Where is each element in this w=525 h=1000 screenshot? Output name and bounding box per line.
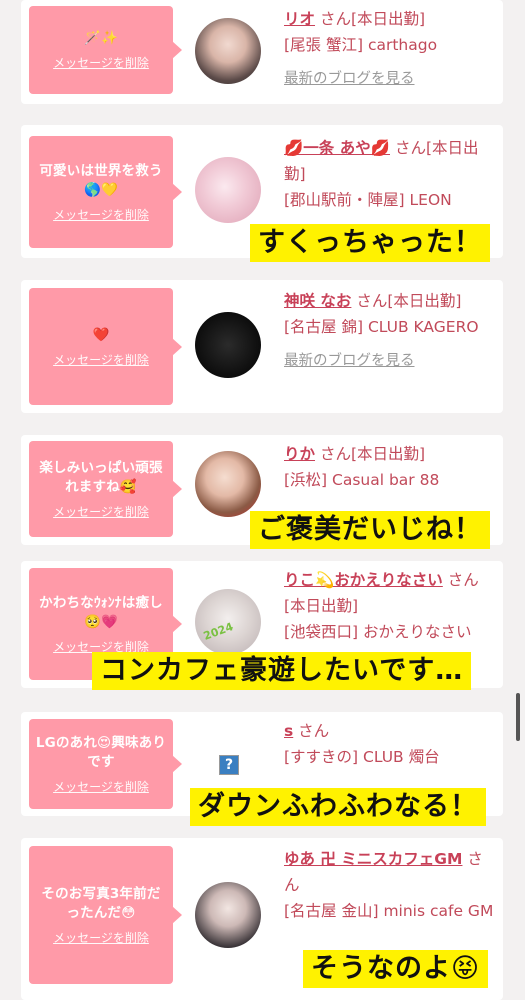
cast-status: さん[本日出勤] <box>319 10 426 28</box>
latest-blog-link[interactable]: 最新のブログを見る <box>284 348 496 374</box>
shop-name: [郡山駅前・陣屋] LEON <box>284 191 452 209</box>
avatar[interactable] <box>195 157 261 223</box>
message-text: 🪄✨ <box>83 30 119 46</box>
shop-name: [尾張 蟹江] carthago <box>284 36 438 54</box>
message-bubble: LGのあれ😍興味ありです メッセージを削除 <box>29 719 182 809</box>
message-text: かわちなｳｫﾝﾅは癒し🥺💗 <box>39 594 163 630</box>
delete-message-link[interactable]: メッセージを削除 <box>53 54 149 71</box>
message-text: 楽しみいっぱい頑張れますね🥰 <box>39 459 163 495</box>
cast-info: リオ さん[本日出勤] [尾張 蟹江] carthago 最新のブログを見る <box>284 6 496 92</box>
shop-name: [池袋西口] おかえりなさい <box>284 623 472 641</box>
cast-name-link[interactable]: リオ <box>284 10 315 28</box>
message-bubble: 可愛いは世界を救う🌎💛 メッセージを削除 <box>29 136 182 248</box>
delete-message-link[interactable]: メッセージを削除 <box>53 778 149 795</box>
broken-image-icon: ? <box>219 755 239 775</box>
cast-status: さん <box>298 722 330 740</box>
latest-blog-link[interactable]: 最新のブログを見る <box>284 66 496 92</box>
delete-message-link[interactable]: メッセージを削除 <box>53 929 149 946</box>
shop-name: [名古屋 金山] minis cafe GM <box>284 902 494 920</box>
delete-message-link[interactable]: メッセージを削除 <box>53 206 149 223</box>
cast-info: りか さん[本日出勤] [浜松] Casual bar 88 <box>284 441 496 493</box>
caption-overlay: コンカフェ豪遊したいです… <box>92 652 472 690</box>
shop-name: [名古屋 錦] CLUB KAGERO <box>284 318 479 336</box>
message-card: 🪄✨ メッセージを削除 リオ さん[本日出勤] [尾張 蟹江] carthago… <box>21 0 503 104</box>
cast-info: ゆあ 卍 ミニスカフェGM さん [名古屋 金山] minis cafe GM <box>284 846 496 924</box>
cast-name-link[interactable]: ゆあ 卍 ミニスカフェGM <box>284 850 462 868</box>
caption-overlay: そうなのよ😝 <box>303 950 489 988</box>
message-text: 可愛いは世界を救う🌎💛 <box>39 162 163 198</box>
cast-name-link[interactable]: りか <box>284 445 315 463</box>
cast-info: 💋一条 あや💋 さん[本日出勤] [郡山駅前・陣屋] LEON <box>284 135 496 213</box>
cast-name-link[interactable]: 💋一条 あや💋 <box>284 139 390 157</box>
avatar[interactable] <box>195 451 261 517</box>
cast-info: りこ💫おかえりなさい さん[本日出勤] [池袋西口] おかえりなさい <box>284 567 496 645</box>
avatar[interactable] <box>195 18 261 84</box>
avatar[interactable] <box>195 882 261 948</box>
message-bubble: ❤️ メッセージを削除 <box>29 288 182 405</box>
message-text: LGのあれ😍興味ありです <box>35 734 167 770</box>
avatar[interactable]: 2024 <box>195 589 261 655</box>
caption-overlay: ご褒美だいじね！ <box>250 511 490 549</box>
cast-status: さん[本日出勤] <box>319 445 426 463</box>
caption-overlay: すくっちゃった！ <box>250 224 490 262</box>
message-bubble: 🪄✨ メッセージを削除 <box>29 6 182 94</box>
message-text: ❤️ <box>92 326 110 343</box>
cast-status: さん[本日出勤] <box>356 292 462 310</box>
cast-info: 神咲 なお さん[本日出勤] [名古屋 錦] CLUB KAGERO 最新のブロ… <box>284 288 496 374</box>
delete-message-link[interactable]: メッセージを削除 <box>53 503 149 520</box>
scrollbar[interactable] <box>516 693 520 741</box>
cast-info: s さん [すすきの] CLUB 燭台 <box>284 718 496 770</box>
caption-overlay: ダウンふわふわなる！ <box>190 788 486 826</box>
avatar-badge: 2024 <box>201 620 235 643</box>
cast-name-link[interactable]: 神咲 なお <box>284 292 351 310</box>
message-card: ❤️ メッセージを削除 神咲 なお さん[本日出勤] [名古屋 錦] CLUB … <box>21 280 503 413</box>
cast-name-link[interactable]: s <box>284 722 293 740</box>
cast-name-link[interactable]: りこ💫おかえりなさい <box>284 571 443 589</box>
message-bubble: そのお写真3年前だったんだ😳 メッセージを削除 <box>29 846 182 984</box>
message-bubble: 楽しみいっぱい頑張れますね🥰 メッセージを削除 <box>29 441 182 537</box>
avatar[interactable] <box>195 312 261 378</box>
shop-name: [浜松] Casual bar 88 <box>284 471 440 489</box>
delete-message-link[interactable]: メッセージを削除 <box>53 351 149 368</box>
message-text: そのお写真3年前だったんだ😳 <box>41 885 161 921</box>
shop-name: [すすきの] CLUB 燭台 <box>284 748 440 766</box>
